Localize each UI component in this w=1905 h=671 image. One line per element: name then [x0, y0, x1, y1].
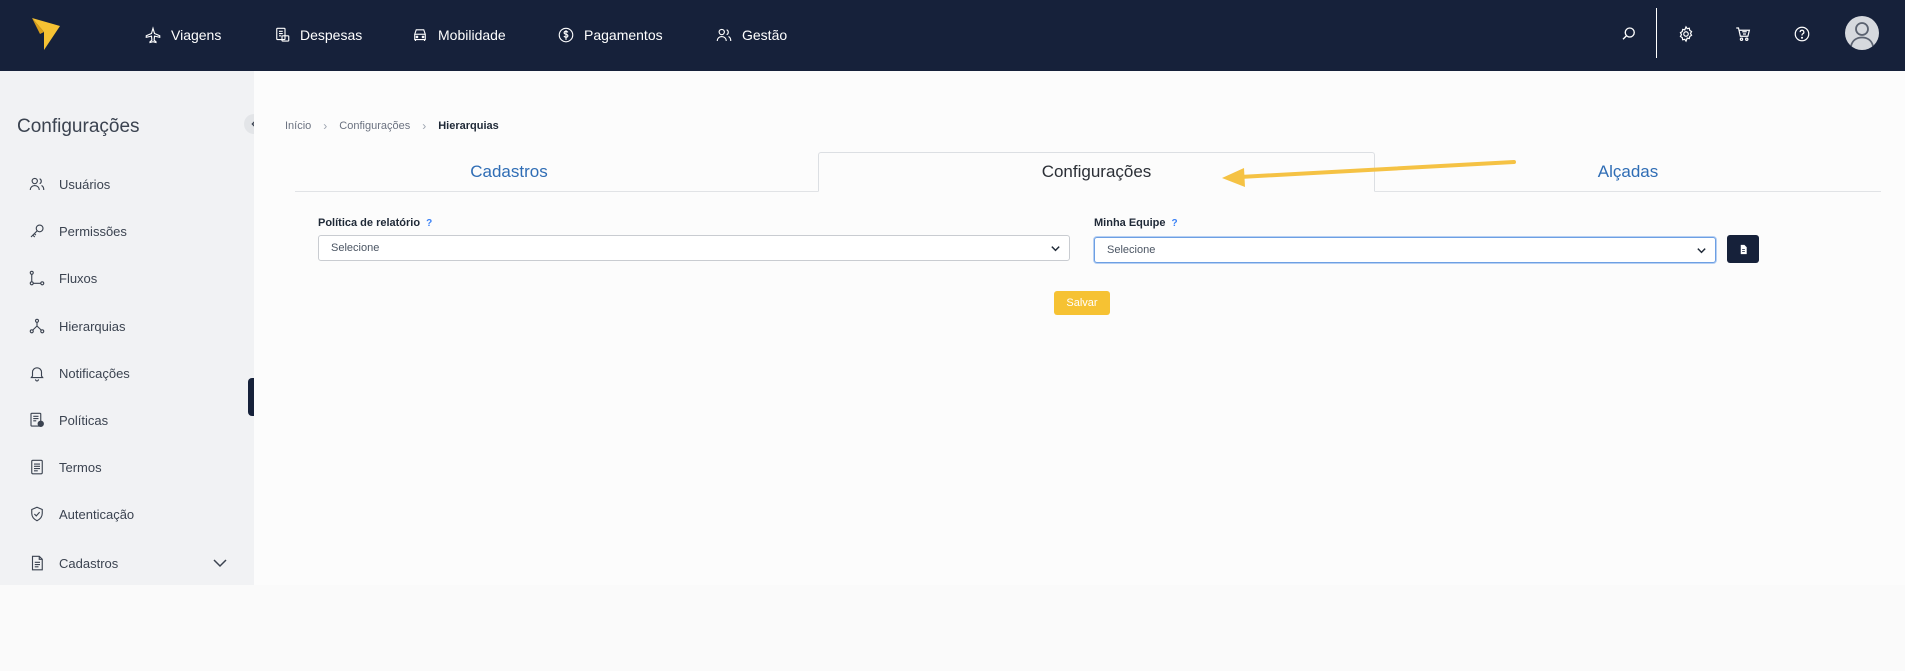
my-team-select[interactable]: Selecione: [1094, 237, 1716, 263]
dollar-circle-icon: [558, 27, 574, 43]
sidebar-item-label: Notificações: [59, 365, 130, 381]
cart-icon: [1736, 27, 1751, 41]
user-avatar-icon: [1850, 22, 1874, 47]
nav-viagens[interactable]: Viagens: [144, 22, 221, 48]
terms-document-icon: [31, 459, 43, 475]
breadcrumb-item-hierarquias: Hierarquias: [438, 120, 499, 132]
sidebar-item-label: Termos: [59, 459, 102, 475]
sidebar-item-notificacoes[interactable]: Notificações: [28, 362, 228, 384]
nav-label: Viagens: [171, 27, 222, 43]
breadcrumb-chevron-icon: ›: [422, 119, 427, 133]
bell-icon: [30, 367, 44, 382]
users-icon: [716, 28, 732, 42]
report-policy-select[interactable]: Selecione: [318, 235, 1070, 261]
shield-check-icon: [31, 506, 43, 522]
plane-icon: [145, 26, 161, 44]
nav-label: Pagamentos: [584, 27, 663, 43]
document-icon: [1740, 244, 1747, 254]
users-icon: [29, 177, 45, 191]
report-policy-value: Selecione: [331, 242, 380, 254]
topbar-divider: [1656, 8, 1657, 58]
receipt-icon: [276, 27, 290, 42]
car-icon: [414, 29, 426, 41]
avatar[interactable]: [1845, 16, 1879, 50]
tab-cadastros[interactable]: Cadastros: [295, 152, 723, 192]
chevron-down-icon: [213, 559, 227, 568]
nav-pagamentos[interactable]: Pagamentos: [557, 22, 663, 48]
tab-alcadas[interactable]: Alçadas: [1375, 152, 1881, 192]
sidebar-item-label: Políticas: [59, 412, 109, 428]
chevron-down-icon: [1051, 246, 1060, 252]
sidebar-item-label: Hierarquias: [59, 318, 126, 334]
my-team-label: Minha Equipe ?: [1094, 217, 1178, 229]
policy-document-icon: [30, 412, 44, 427]
nav-label: Mobilidade: [438, 27, 506, 43]
sidebar: Configurações Usuários Permissões Fluxos…: [0, 71, 254, 585]
tab-configuracoes[interactable]: Configurações: [818, 152, 1375, 192]
my-team-label-text: Minha Equipe: [1094, 217, 1166, 229]
sidebar-item-fluxos[interactable]: Fluxos: [28, 267, 228, 289]
brand-logo[interactable]: [30, 14, 62, 52]
main-content: Início › Configurações › Hierarquias Cad…: [254, 71, 1905, 585]
sidebar-title: Configurações: [17, 116, 140, 137]
breadcrumb-item-inicio[interactable]: Início: [285, 120, 311, 132]
sidebar-item-hierarquias[interactable]: Hierarquias: [28, 315, 228, 337]
sidebar-item-label: Usuários: [59, 176, 111, 192]
search-icon: [1622, 27, 1635, 40]
report-policy-label: Política de relatório ?: [318, 217, 432, 229]
help-button[interactable]: [1790, 22, 1814, 46]
save-button[interactable]: Salvar: [1054, 291, 1110, 315]
key-icon: [30, 224, 44, 238]
settings-button[interactable]: [1674, 22, 1698, 46]
sidebar-item-permissoes[interactable]: Permissões: [28, 220, 228, 242]
nav-gestao[interactable]: Gestão: [715, 22, 787, 48]
breadcrumb-item-configuracoes[interactable]: Configurações: [339, 120, 410, 132]
document-button[interactable]: [1727, 235, 1759, 263]
hierarchy-icon: [29, 318, 45, 334]
chevron-down-icon: [1697, 248, 1706, 254]
sidebar-item-label: Fluxos: [59, 270, 98, 286]
help-circle-icon: [1794, 26, 1810, 42]
breadcrumb: Início › Configurações › Hierarquias: [285, 119, 499, 133]
nav-label: Despesas: [300, 27, 363, 43]
help-icon[interactable]: ?: [1172, 218, 1178, 229]
file-list-icon: [31, 555, 43, 571]
top-navbar: Viagens Despesas Mobilidade Pagamentos G…: [0, 0, 1905, 71]
nav-label: Gestão: [742, 27, 788, 43]
cart-button[interactable]: [1731, 22, 1755, 46]
my-team-value: Selecione: [1107, 244, 1156, 256]
breadcrumb-chevron-icon: ›: [323, 119, 328, 133]
report-policy-label-text: Política de relatório: [318, 217, 421, 229]
gear-icon: [1679, 25, 1693, 43]
sidebar-item-label: Permissões: [59, 223, 127, 239]
flow-icon: [29, 270, 45, 286]
help-icon[interactable]: ?: [426, 218, 432, 229]
sidebar-item-politicas[interactable]: Políticas: [28, 409, 228, 431]
search-button[interactable]: [1617, 22, 1641, 46]
sidebar-item-label: Cadastros: [59, 555, 119, 571]
nav-despesas[interactable]: Despesas: [273, 22, 362, 48]
sidebar-item-cadastros[interactable]: Cadastros: [28, 552, 228, 574]
nav-mobilidade[interactable]: Mobilidade: [411, 22, 506, 48]
sidebar-item-label: Autenticação: [59, 506, 135, 522]
sidebar-item-usuarios[interactable]: Usuários: [28, 173, 228, 195]
sidebar-item-autenticacao[interactable]: Autenticação: [28, 503, 228, 525]
sidebar-item-termos[interactable]: Termos: [28, 456, 228, 478]
